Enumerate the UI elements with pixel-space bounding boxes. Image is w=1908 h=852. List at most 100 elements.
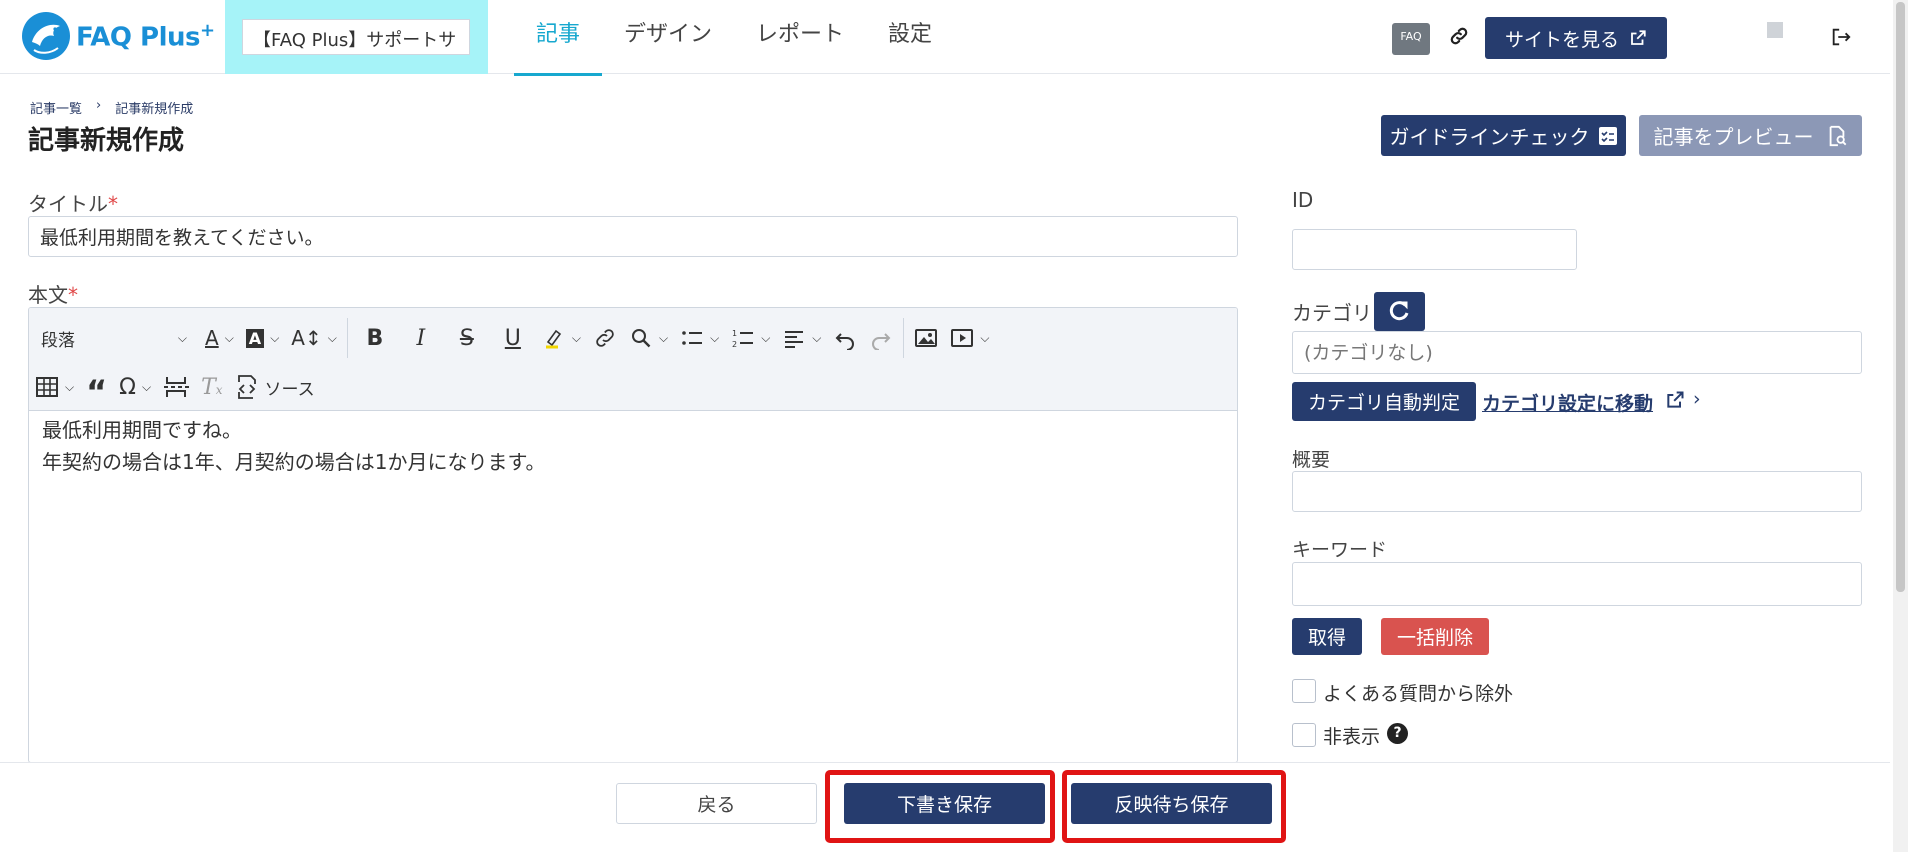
scrollbar-thumb[interactable] [1896, 2, 1905, 592]
source-label: ソース [264, 379, 315, 400]
insert-media-button[interactable]: ⌵ [944, 318, 995, 358]
refresh-icon [1389, 301, 1409, 321]
guideline-check-label: ガイドラインチェック [1389, 125, 1590, 149]
preview-label: 記事をプレビュー [1653, 125, 1814, 149]
title-label: タイトル* [28, 192, 118, 216]
hidden-label: 非表示 [1323, 726, 1381, 748]
breadcrumb-article-list[interactable]: 記事一覧 [30, 98, 82, 117]
chevron-down-icon: ⌵ [658, 330, 669, 345]
keyword-input[interactable] [1292, 562, 1862, 606]
chevron-down-icon: ⌵ [270, 330, 280, 345]
align-button[interactable]: ⌵ [776, 318, 827, 358]
bold-button[interactable]: B [352, 318, 398, 358]
logo-text: FAQ Plus+ [76, 19, 215, 53]
editor-paragraph: 年契約の場合は1年、月契約の場合は1か月になります。 [42, 450, 546, 474]
undo-icon [835, 333, 855, 350]
font-size-button[interactable]: A↕ ⌵ [285, 318, 343, 358]
editor-content[interactable]: 最低利用期間ですね。 年契約の場合は1年、月契約の場合は1か月になります。 [42, 414, 545, 478]
strikethrough-icon: S [459, 325, 474, 351]
insert-link-button[interactable] [587, 318, 623, 358]
background-color-button[interactable]: A ⌵ [240, 318, 286, 358]
table-icon [36, 377, 58, 397]
nav-report[interactable]: レポート [734, 0, 866, 74]
preview-button[interactable]: 記事をプレビュー [1639, 115, 1862, 156]
refresh-category-button[interactable] [1374, 292, 1425, 331]
numbered-list-button[interactable]: 1 2 ⌵ [725, 318, 776, 358]
logo[interactable]: FAQ Plus+ [20, 10, 215, 62]
underline-button[interactable]: U [490, 318, 536, 358]
undo-button[interactable] [827, 318, 863, 358]
fetch-keywords-button[interactable]: 取得 [1292, 618, 1362, 655]
category-select[interactable]: (カテゴリなし) [1292, 331, 1862, 374]
italic-button[interactable]: I [398, 318, 444, 358]
main-nav: 記事 デザイン レポート 設定 [514, 0, 954, 76]
chevron-down-icon: ⌵ [710, 330, 720, 345]
nav-design[interactable]: デザイン [602, 0, 734, 74]
strikethrough-button[interactable]: S [444, 318, 490, 358]
page-break-button[interactable] [157, 367, 195, 407]
chevron-down-icon: ⌵ [980, 330, 990, 345]
media-icon [951, 329, 974, 347]
toolbar-separator [903, 318, 905, 358]
back-button[interactable]: 戻る [616, 783, 817, 824]
keyword-label: キーワード [1292, 539, 1388, 561]
save-pending-button[interactable]: 反映待ち保存 [1071, 783, 1272, 824]
page-title: 記事新規作成 [28, 126, 185, 156]
font-color-button[interactable]: A ⌵ [199, 318, 240, 358]
summary-label: 概要 [1292, 449, 1331, 471]
bulleted-list-button[interactable]: ⌵ [674, 318, 725, 358]
find-replace-button[interactable]: ⌵ [623, 318, 674, 358]
help-icon[interactable]: ? [1387, 723, 1408, 744]
toolbar-row-2: ⌵ “ Ω ⌵ Tx ソース [29, 362, 321, 412]
numbered-list-icon: 1 2 [732, 329, 754, 349]
nav-articles[interactable]: 記事 [514, 0, 603, 76]
bulleted-list-icon [682, 331, 703, 345]
category-label: カテゴリ [1292, 301, 1372, 325]
special-characters-button[interactable]: Ω ⌵ [113, 367, 157, 407]
scrollbar[interactable] [1893, 0, 1908, 852]
site-select[interactable]: 【FAQ Plus】サポートサ [242, 19, 470, 55]
remove-format-icon: Tx [201, 374, 223, 400]
toolbar-row-1: 段落 ⌵ A ⌵ A ⌵ A↕ ⌵ B I S U ⌵ ⌵ ⌵ 1 2 ⌵ ⌵ … [29, 313, 996, 363]
dolphin-logo-icon [22, 12, 70, 60]
insert-table-button[interactable]: ⌵ [29, 367, 80, 407]
save-draft-button[interactable]: 下書き保存 [844, 783, 1045, 824]
faq-badge-icon[interactable]: FAQ [1392, 23, 1430, 55]
bulk-delete-button[interactable]: 一括削除 [1381, 618, 1489, 655]
remove-format-button[interactable]: Tx [195, 367, 228, 407]
insert-image-button[interactable] [908, 318, 944, 358]
document-search-icon [1829, 125, 1846, 146]
page-break-icon [164, 377, 190, 397]
id-input[interactable] [1292, 229, 1577, 270]
category-settings-link[interactable]: カテゴリ設定に移動 [1482, 389, 1653, 416]
summary-input[interactable] [1292, 471, 1862, 512]
link-icon[interactable] [1448, 24, 1470, 48]
chevron-down-icon: ⌵ [141, 379, 152, 394]
heading-select[interactable]: 段落 ⌵ [29, 318, 199, 358]
svg-text:2: 2 [732, 340, 737, 349]
page: FAQ Plus+ 【FAQ Plus】サポートサ 記事 デザイン レポート 設… [0, 0, 1908, 852]
breadcrumb: 記事一覧 › 記事新規作成 [30, 98, 193, 117]
logout-icon[interactable] [1830, 26, 1852, 48]
editor-toolbar: 段落 ⌵ A ⌵ A ⌵ A↕ ⌵ B I S U ⌵ ⌵ ⌵ 1 2 ⌵ ⌵ … [29, 308, 1237, 411]
blockquote-button[interactable]: “ [80, 367, 113, 408]
title-input[interactable]: 最低利用期間を教えてください。 [28, 216, 1238, 257]
omega-icon: Ω [119, 374, 136, 400]
status-indicator [1767, 22, 1783, 38]
auto-category-button[interactable]: カテゴリ自動判定 [1292, 382, 1476, 421]
source-code-icon [237, 375, 256, 399]
guideline-check-button[interactable]: ガイドラインチェック [1381, 115, 1626, 156]
chevron-down-icon: ⌵ [65, 379, 75, 394]
external-link-icon[interactable] [1665, 390, 1685, 410]
link-icon [596, 329, 614, 347]
top-header: FAQ Plus+ 【FAQ Plus】サポートサ 記事 デザイン レポート 設… [0, 0, 1890, 76]
redo-button[interactable] [863, 318, 899, 358]
redo-icon [872, 333, 891, 350]
exclude-faq-checkbox[interactable] [1292, 679, 1316, 703]
source-button[interactable]: ソース [229, 367, 321, 407]
nav-settings[interactable]: 設定 [866, 0, 954, 74]
hidden-checkbox[interactable] [1292, 723, 1316, 747]
highlight-button[interactable]: ⌵ [536, 318, 587, 358]
view-site-button[interactable]: サイトを見る [1485, 17, 1667, 59]
font-size-icon: A↕ [291, 326, 322, 350]
